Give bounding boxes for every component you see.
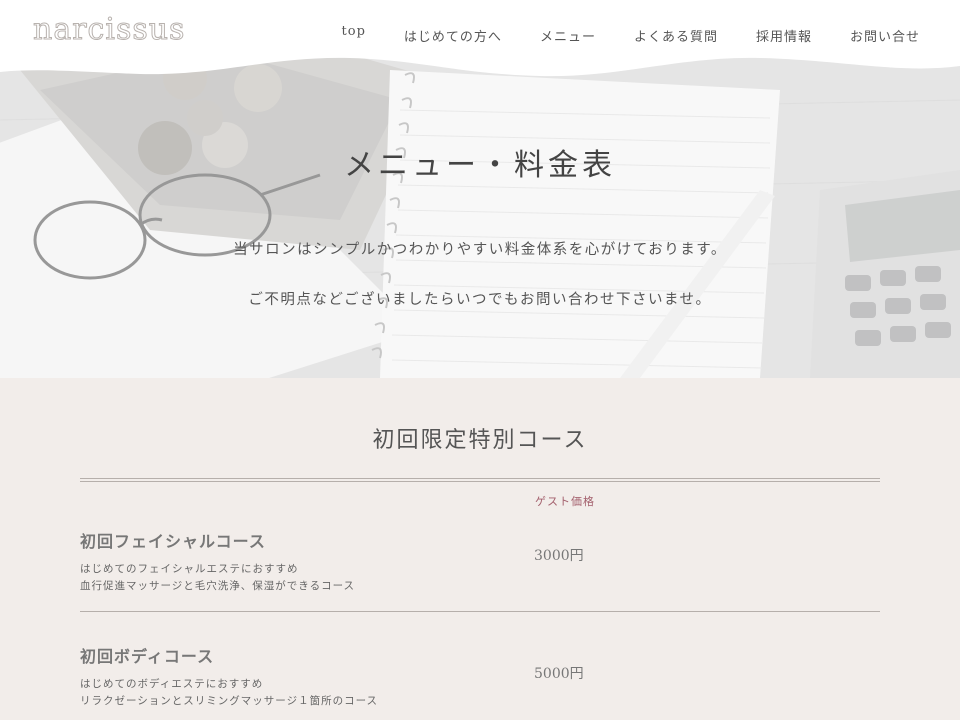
main-nav: top はじめての方へ メニュー よくある質問 採用情報 お問い合せ xyxy=(304,24,920,45)
hero-text-line-2: ご不明点などございましたらいつでもお問い合わせ下さいませ。 xyxy=(248,292,712,308)
course-description: はじめてのフェイシャルエステにおすすめ 血行促進マッサージと毛穴洗浄、保湿ができ… xyxy=(80,561,355,595)
nav-menu[interactable]: メニュー xyxy=(540,26,596,45)
page-title: メニュー・料金表 xyxy=(344,148,616,183)
course-price: 5000円 xyxy=(534,666,584,682)
price-table: ゲスト価格 初回フェイシャルコース はじめてのフェイシャルエステにおすすめ 血行… xyxy=(80,478,880,707)
nav-first-time[interactable]: はじめての方へ xyxy=(404,26,502,45)
hero-banner: narcissus top はじめての方へ メニュー よくある質問 採用情報 お… xyxy=(0,0,960,378)
site-header: narcissus top はじめての方へ メニュー よくある質問 採用情報 お… xyxy=(0,0,960,80)
course-name: 初回フェイシャルコース xyxy=(80,532,266,551)
course-desc-line: はじめてのフェイシャルエステにおすすめ xyxy=(80,563,299,575)
nav-recruit[interactable]: 採用情報 xyxy=(756,26,812,45)
row-divider xyxy=(80,611,880,612)
course-desc-line: 血行促進マッサージと毛穴洗浄、保湿ができるコース xyxy=(80,580,356,592)
nav-top[interactable]: top xyxy=(342,24,366,43)
nav-faq[interactable]: よくある質問 xyxy=(634,26,718,45)
site-logo[interactable]: narcissus xyxy=(32,12,185,48)
table-top-rule xyxy=(80,478,880,482)
column-header-guest-price: ゲスト価格 xyxy=(535,495,595,508)
section-title: 初回限定特別コース xyxy=(372,428,588,453)
course-name: 初回ボディコース xyxy=(80,647,215,666)
course-desc-line: リラクゼーションとスリミングマッサージ１箇所のコース xyxy=(80,695,379,707)
course-price: 3000円 xyxy=(534,548,584,564)
nav-contact[interactable]: お問い合せ xyxy=(850,26,920,45)
hero-text-line-1: 当サロンはシンプルかつわかりやすい料金体系を心がけております。 xyxy=(233,242,727,258)
course-description: はじめてのボディエステにおすすめ リラクゼーションとスリミングマッサージ１箇所の… xyxy=(80,676,378,710)
course-desc-line: はじめてのボディエステにおすすめ xyxy=(80,678,264,690)
